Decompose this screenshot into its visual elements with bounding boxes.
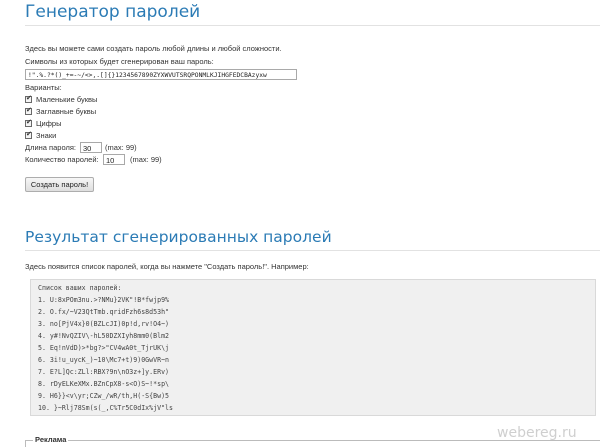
list-item: 6. 3i!u_uycK_)~10\Mc7+t)9)0GwVR~n [38, 356, 170, 364]
option-label: Заглавные буквы [36, 106, 97, 116]
options-label: Варианты: [25, 83, 62, 92]
list-item: 5. Eq!nVdD)>*bg?>"CV4wA0t_TjrUK\j [38, 344, 170, 352]
option-digits[interactable]: ✔ Цифры [25, 118, 61, 128]
check-icon: ✔ [26, 118, 32, 126]
list-item: 3. no[PjV4x}0(BZLcJI)0p!d,rv!O4~) [38, 320, 170, 328]
option-label: Знаки [36, 130, 57, 140]
check-icon: ✔ [26, 106, 32, 114]
option-lowercase[interactable]: ✔ Маленькие буквы [25, 94, 97, 104]
count-label: Количество паролей: [25, 155, 99, 164]
option-uppercase[interactable]: ✔ Заглавные буквы [25, 106, 96, 116]
count-input[interactable]: 10 [103, 154, 125, 165]
count-max: (max: 99) [130, 155, 162, 164]
list-item: 4. y#!NvQZIV\-hL50DZXIyh8mm0(Blm2 [38, 332, 170, 340]
ad-label: Реклама [33, 435, 69, 444]
length-label: Длина пароля: [25, 143, 76, 152]
option-label: Маленькие буквы [36, 94, 98, 104]
digits-checkbox[interactable]: ✔ [25, 118, 32, 127]
length-max: (max: 99) [105, 143, 137, 152]
title-divider [25, 25, 600, 26]
list-item: 2. O.fx/~V23QtTmb.qridFzh6s8d53h" [38, 308, 170, 316]
create-password-button[interactable]: Создать пароль! [25, 177, 94, 192]
check-icon: ✔ [26, 130, 32, 138]
symbols-checkbox[interactable]: ✔ [25, 130, 32, 139]
lowercase-checkbox[interactable]: ✔ [25, 94, 32, 103]
result-intro: Здесь появится список паролей, когда вы … [25, 262, 309, 271]
generator-title: Генератор паролей [25, 2, 201, 22]
list-item: 10. }~Rlj78Sm(s(_,C%Tr5C0dIx%jV"ls [38, 404, 173, 412]
generator-intro: Здесь вы можете сами создать пароль любо… [25, 44, 282, 53]
charset-input[interactable]: !".%.?*()_+=-~/<>,.[]{}1234567890ZYXWVUT… [25, 69, 297, 80]
list-header: Список ваших паролей: [38, 284, 122, 292]
check-icon: ✔ [26, 94, 32, 102]
uppercase-checkbox[interactable]: ✔ [25, 106, 32, 115]
list-item: 8. rDyELKeXMx.BZnCpX8-s<O)S~!*sp\ [38, 380, 170, 388]
result-title: Результат сгенерированных паролей [25, 228, 332, 246]
ad-frame-edge [25, 440, 26, 447]
length-input[interactable]: 30 [80, 142, 102, 153]
watermark: webereg.ru [497, 425, 577, 441]
list-item: 9. H6}}<v\yr;CZw_/wR/th,H(-S{Bw)5 [38, 392, 170, 400]
option-symbols[interactable]: ✔ Знаки [25, 130, 56, 140]
charset-label: Символы из которых будет сгенерирован ва… [25, 57, 214, 66]
result-divider [25, 250, 600, 251]
list-item: 1. U:8xPOm3nu.>?NMu}2VK"!B*fwjp9% [38, 296, 170, 304]
option-label: Цифры [36, 118, 62, 128]
list-item: 7. E?L]Qc:ZLl:RBX?9n\nO3z+]y.ERv) [38, 368, 170, 376]
